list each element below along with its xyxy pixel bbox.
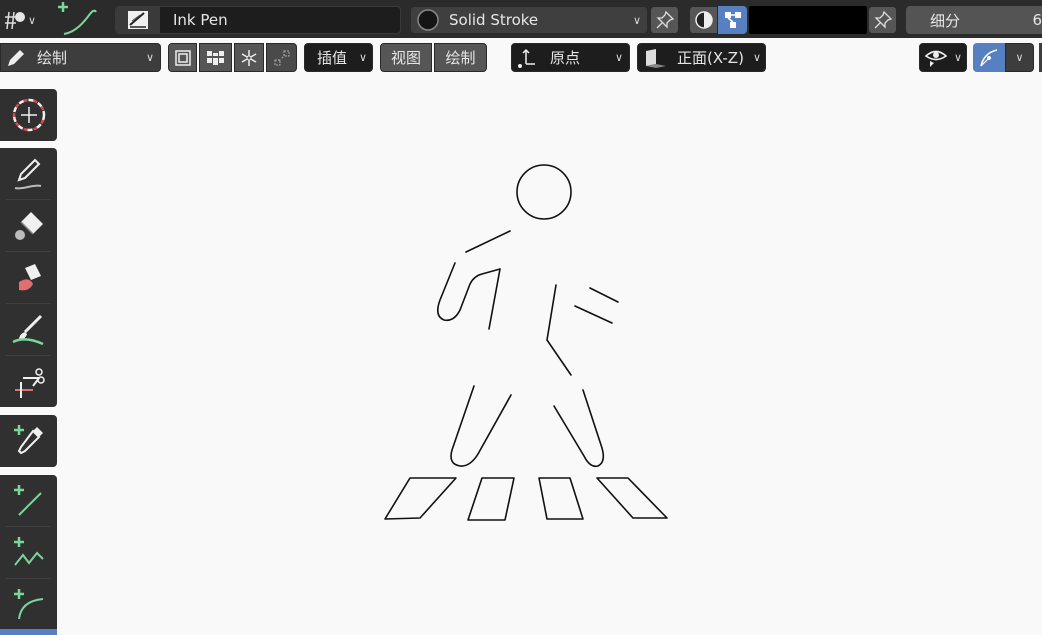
bucket-fill-icon: [14, 211, 43, 240]
view-menu-button[interactable]: 视图: [380, 43, 432, 72]
crosswalk-stripe-3: [538, 477, 584, 520]
polyline-tool[interactable]: [0, 527, 57, 578]
tool-settings-bar: 绘制 ∨ 插值 ∨ 视图 绘制 原点 ∨ 正面(X-Z) ∨ ∨ ∨: [0, 38, 1042, 77]
toolbar-group-eyedropper: [0, 415, 57, 467]
object-mode-dropdown[interactable]: ∨: [2, 6, 42, 34]
pin-icon: [655, 10, 674, 29]
multiframe-button[interactable]: [199, 43, 232, 72]
tint-brush-icon: [11, 314, 44, 345]
draw-mode-dropdown[interactable]: 绘制 ∨: [0, 43, 161, 72]
subdivide-value: 6: [1032, 11, 1042, 29]
eyedropper-icon: [13, 424, 43, 454]
multiframe-icon: [206, 50, 225, 65]
material-color-mode-button[interactable]: [689, 6, 718, 34]
draw-menu-button[interactable]: 绘制: [434, 43, 487, 72]
cutter-tool[interactable]: [0, 356, 57, 407]
interpolate-label: 插值: [317, 49, 348, 67]
polyline-primitive-icon: [13, 536, 44, 566]
figure-left-arm-stroke: [436, 262, 501, 330]
interpolate-dropdown[interactable]: 插值 ∨: [304, 43, 373, 72]
pencil-icon: [8, 49, 24, 66]
chevron-down-icon: ∨: [145, 51, 154, 64]
plane-icon: [646, 48, 666, 68]
line-primitive-icon: [13, 484, 42, 516]
tool-header: ∨ Ink Pen Solid Stroke ∨ 细分 6: [0, 0, 1042, 38]
ink-pen-brush-icon: [128, 11, 148, 29]
material-selector[interactable]: Solid Stroke ∨: [410, 6, 648, 34]
crosswalk-stripe-2: [467, 477, 515, 521]
figure-right-arm-upper-stroke: [589, 287, 619, 303]
eraser-icon: [18, 263, 41, 290]
color-swatch[interactable]: [749, 6, 867, 34]
overlay-dropdown[interactable]: ∨: [1005, 43, 1034, 72]
brush-selector[interactable]: Ink Pen: [115, 6, 401, 34]
grease-pencil-canvas[interactable]: [60, 77, 1042, 635]
erase-tool[interactable]: [0, 252, 57, 303]
fill-tool[interactable]: [0, 200, 57, 251]
visibility-dropdown[interactable]: ∨: [919, 43, 967, 72]
pin-material-button[interactable]: [650, 6, 679, 34]
toolbar-group-primitives: [0, 475, 57, 635]
layers-icon: [174, 49, 191, 66]
draw-tool[interactable]: [0, 148, 57, 199]
chevron-down-icon: ∨: [28, 13, 37, 27]
overlay-curve-icon: [980, 48, 998, 66]
pin-icon: [873, 10, 892, 29]
layer-toggle-button[interactable]: [168, 43, 197, 72]
toolbar-group-draw: [0, 148, 57, 407]
gp-object-icon: [5, 11, 25, 30]
cursor-icon: [12, 98, 45, 131]
plane-label: 正面(X-Z): [677, 49, 744, 67]
arc-tool[interactable]: [0, 579, 57, 630]
chevron-down-icon: ∨: [752, 51, 761, 64]
chevron-down-icon: ∨: [632, 13, 641, 27]
cutter-icon: [14, 367, 45, 398]
material-sphere-icon: [417, 9, 439, 31]
mode-label: 绘制: [37, 49, 68, 67]
chevron-down-icon: ∨: [1015, 51, 1024, 64]
stroke-dots-icon: [274, 50, 289, 65]
origin-label: 原点: [550, 49, 581, 67]
figure-head-stroke: [516, 164, 572, 220]
pin-color-button[interactable]: [868, 6, 897, 34]
active-tool-highlight: [0, 629, 57, 635]
overlay-toggle-button[interactable]: [973, 43, 1005, 72]
chevron-down-icon: ∨: [953, 51, 962, 64]
cursor-tool[interactable]: [0, 89, 57, 140]
toolbar-group-cursor: [0, 89, 57, 141]
stroke-placement-button[interactable]: [266, 43, 297, 72]
active-tool-icon: [50, 0, 102, 38]
snowflake-icon: [241, 49, 257, 66]
origin-axis-icon: [518, 48, 535, 68]
subdivide-field[interactable]: 细分 6: [906, 6, 1042, 34]
crosswalk-stripe-1: [384, 477, 457, 520]
eye-icon: [924, 50, 948, 67]
figure-right-leg-stroke: [553, 389, 605, 468]
brush-name: Ink Pen: [173, 11, 228, 29]
material-name: Solid Stroke: [449, 11, 539, 29]
subdivide-label: 细分: [930, 11, 961, 30]
draw-label: 绘制: [445, 49, 476, 67]
draw-stroke-icon: [58, 2, 97, 35]
eyedropper-tool[interactable]: [0, 415, 57, 466]
chevron-down-icon: ∨: [614, 51, 623, 64]
figure-torso-stroke: [546, 284, 572, 376]
drawing-plane-dropdown[interactable]: 正面(X-Z) ∨: [637, 43, 766, 72]
vertex-color-mode-button[interactable]: [718, 6, 747, 34]
vertex-color-icon: [724, 12, 741, 28]
chevron-down-icon: ∨: [358, 51, 367, 64]
arc-primitive-icon: [13, 588, 43, 619]
stroke-origin-dropdown[interactable]: 原点 ∨: [511, 43, 630, 72]
crosswalk-stripe-4: [596, 477, 668, 519]
figure-shoulder-stroke: [465, 230, 511, 253]
figure-right-arm-lower-stroke: [574, 305, 613, 324]
view-label: 视图: [390, 49, 421, 67]
pencil-draw-icon: [14, 158, 41, 189]
brush-preview[interactable]: [116, 7, 160, 33]
figure-left-leg-stroke: [450, 385, 512, 467]
tint-tool[interactable]: [0, 304, 57, 355]
material-color-icon: [694, 11, 713, 29]
line-tool[interactable]: [0, 475, 57, 526]
freeze-button[interactable]: [234, 43, 264, 72]
